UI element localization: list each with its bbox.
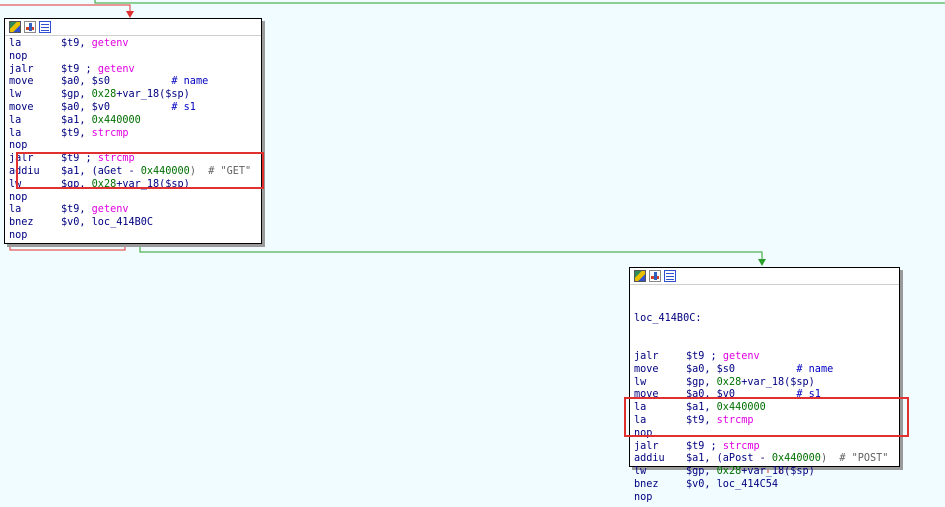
code-line[interactable]: jalr $t9 ; getenv <box>634 351 899 364</box>
operand: $t9 ; <box>61 63 98 75</box>
text-view-icon[interactable] <box>39 21 51 33</box>
operand-suffix: ) # "POST" <box>820 453 889 465</box>
edge-false-out <box>9 244 126 251</box>
code-line[interactable]: jalr $t9 ; getenv <box>9 64 261 77</box>
mnemonic: move <box>634 363 659 375</box>
symbol-ref[interactable]: getenv <box>723 351 760 362</box>
operand: $a0, $s0 <box>61 76 172 88</box>
mnemonic: move <box>9 101 34 113</box>
block-label: loc_414B0C: <box>634 312 702 324</box>
operand: $t9, <box>61 38 92 49</box>
code-line[interactable]: la $t9, getenv <box>9 204 261 217</box>
code-line[interactable]: nop <box>9 230 261 243</box>
operand: $t9 ; <box>686 440 723 452</box>
immediate-value: 0x440000 <box>771 453 821 465</box>
graph-view-icon[interactable] <box>649 270 661 282</box>
mnemonic: nop <box>9 229 28 241</box>
mnemonic: la <box>9 204 22 216</box>
operand: $a1, <box>61 114 92 126</box>
operand: $a0, $v0 <box>61 101 172 113</box>
mnemonic: jalr <box>634 350 659 362</box>
operand-suffix: +var_18($sp) <box>741 466 815 478</box>
code-line[interactable]: nop <box>9 51 261 64</box>
node-toolbar <box>5 19 261 36</box>
color-palette-icon[interactable] <box>634 270 646 282</box>
code-line[interactable]: la $a1, 0x440000 <box>9 115 261 128</box>
code-line[interactable]: lw $gp, 0x28+var_18($sp) <box>9 89 261 102</box>
comment: # name <box>171 76 209 88</box>
edge-true-block2 <box>139 244 763 262</box>
edge-incoming-red <box>0 4 131 14</box>
node-toolbar <box>630 268 899 285</box>
mnemonic: nop <box>9 191 28 203</box>
operand: $gp, <box>686 376 717 388</box>
symbol-ref[interactable]: strcmp <box>723 441 760 452</box>
code-line[interactable]: la $t9, strcmp <box>9 128 261 141</box>
code-line[interactable]: jalr $t9 ; strcmp <box>634 441 899 454</box>
mnemonic: lw <box>9 89 22 101</box>
operand: $gp, <box>686 466 717 478</box>
symbol-ref[interactable]: getenv <box>98 64 135 75</box>
immediate-value: 0x440000 <box>91 114 141 126</box>
comment: # s1 <box>171 101 196 113</box>
mnemonic: la <box>9 114 22 126</box>
operand: $a0, $s0 <box>686 363 797 375</box>
code-line[interactable]: move $a0, $v0 # s1 <box>9 102 261 115</box>
code-line[interactable]: move $a0, $s0 # name <box>9 76 261 89</box>
operand: $t9, <box>61 127 92 139</box>
disassembly-listing[interactable]: la $t9, getenv nop jalr $t9 ; getenv move $a0,… <box>5 36 261 245</box>
mnemonic: jalr <box>634 440 659 452</box>
code-line[interactable]: bnez $v0, loc_414C54 <box>634 479 899 492</box>
mnemonic: addiu <box>634 453 665 465</box>
code-line[interactable]: lw $gp, 0x28+var_18($sp) <box>634 377 899 390</box>
operand-suffix: +var_18($sp) <box>741 376 815 388</box>
code-block-1[interactable]: la $t9, getenv nop jalr $t9 ; getenv move $a0,… <box>4 18 262 244</box>
operand: $t9, <box>61 204 92 216</box>
symbol-ref[interactable]: strcmp <box>92 128 129 139</box>
immediate-value: 0x28 <box>716 466 742 478</box>
operand: $gp, <box>61 89 92 101</box>
arrow-head-block2 <box>758 259 766 266</box>
code-line[interactable]: la $t9, getenv <box>9 38 261 51</box>
operand: $a1, (aPost - <box>686 453 772 465</box>
operand: $t9 ; <box>686 350 723 362</box>
mnemonic: lw <box>634 376 647 388</box>
edge-false-top <box>94 0 945 4</box>
mnemonic: move <box>9 76 34 88</box>
immediate-value: 0x28 <box>716 376 742 388</box>
operand: $v0, loc_414C54 <box>686 478 779 490</box>
code-line[interactable]: nop <box>634 492 899 505</box>
code-line[interactable]: move $a0, $s0 # name <box>634 364 899 377</box>
immediate-value: 0x28 <box>91 89 117 101</box>
color-palette-icon[interactable] <box>9 21 21 33</box>
code-line[interactable]: addiu $a1, (aPost - 0x440000) # "POST" <box>634 453 899 466</box>
code-line[interactable]: nop <box>9 192 261 205</box>
text-view-icon[interactable] <box>664 270 676 282</box>
mnemonic: nop <box>9 50 28 62</box>
mnemonic: la <box>9 38 22 49</box>
highlight-get-compare <box>16 152 264 189</box>
mnemonic: jalr <box>9 63 34 75</box>
mnemonic: nop <box>634 491 653 503</box>
mnemonic: bnez <box>9 217 34 229</box>
symbol-ref[interactable]: getenv <box>92 38 129 49</box>
mnemonic: la <box>9 127 22 139</box>
arrow-head-block1 <box>126 11 134 18</box>
code-line[interactable]: bnez $v0, loc_414B0C <box>9 217 261 230</box>
code-block-loc-414B0C[interactable]: loc_414B0C: jalr $t9 ; getenv move $a0, $s0… <box>629 267 900 503</box>
graph-view-icon[interactable] <box>24 21 36 33</box>
operand-suffix: +var_18($sp) <box>116 89 190 101</box>
comment: # name <box>796 363 834 375</box>
symbol-ref[interactable]: getenv <box>92 204 129 215</box>
mnemonic: bnez <box>634 478 659 490</box>
operand: $v0, loc_414B0C <box>61 217 154 229</box>
highlight-post-compare <box>624 397 909 437</box>
disassembly-listing[interactable]: loc_414B0C: jalr $t9 ; getenv move $a0, $s0… <box>630 285 899 507</box>
